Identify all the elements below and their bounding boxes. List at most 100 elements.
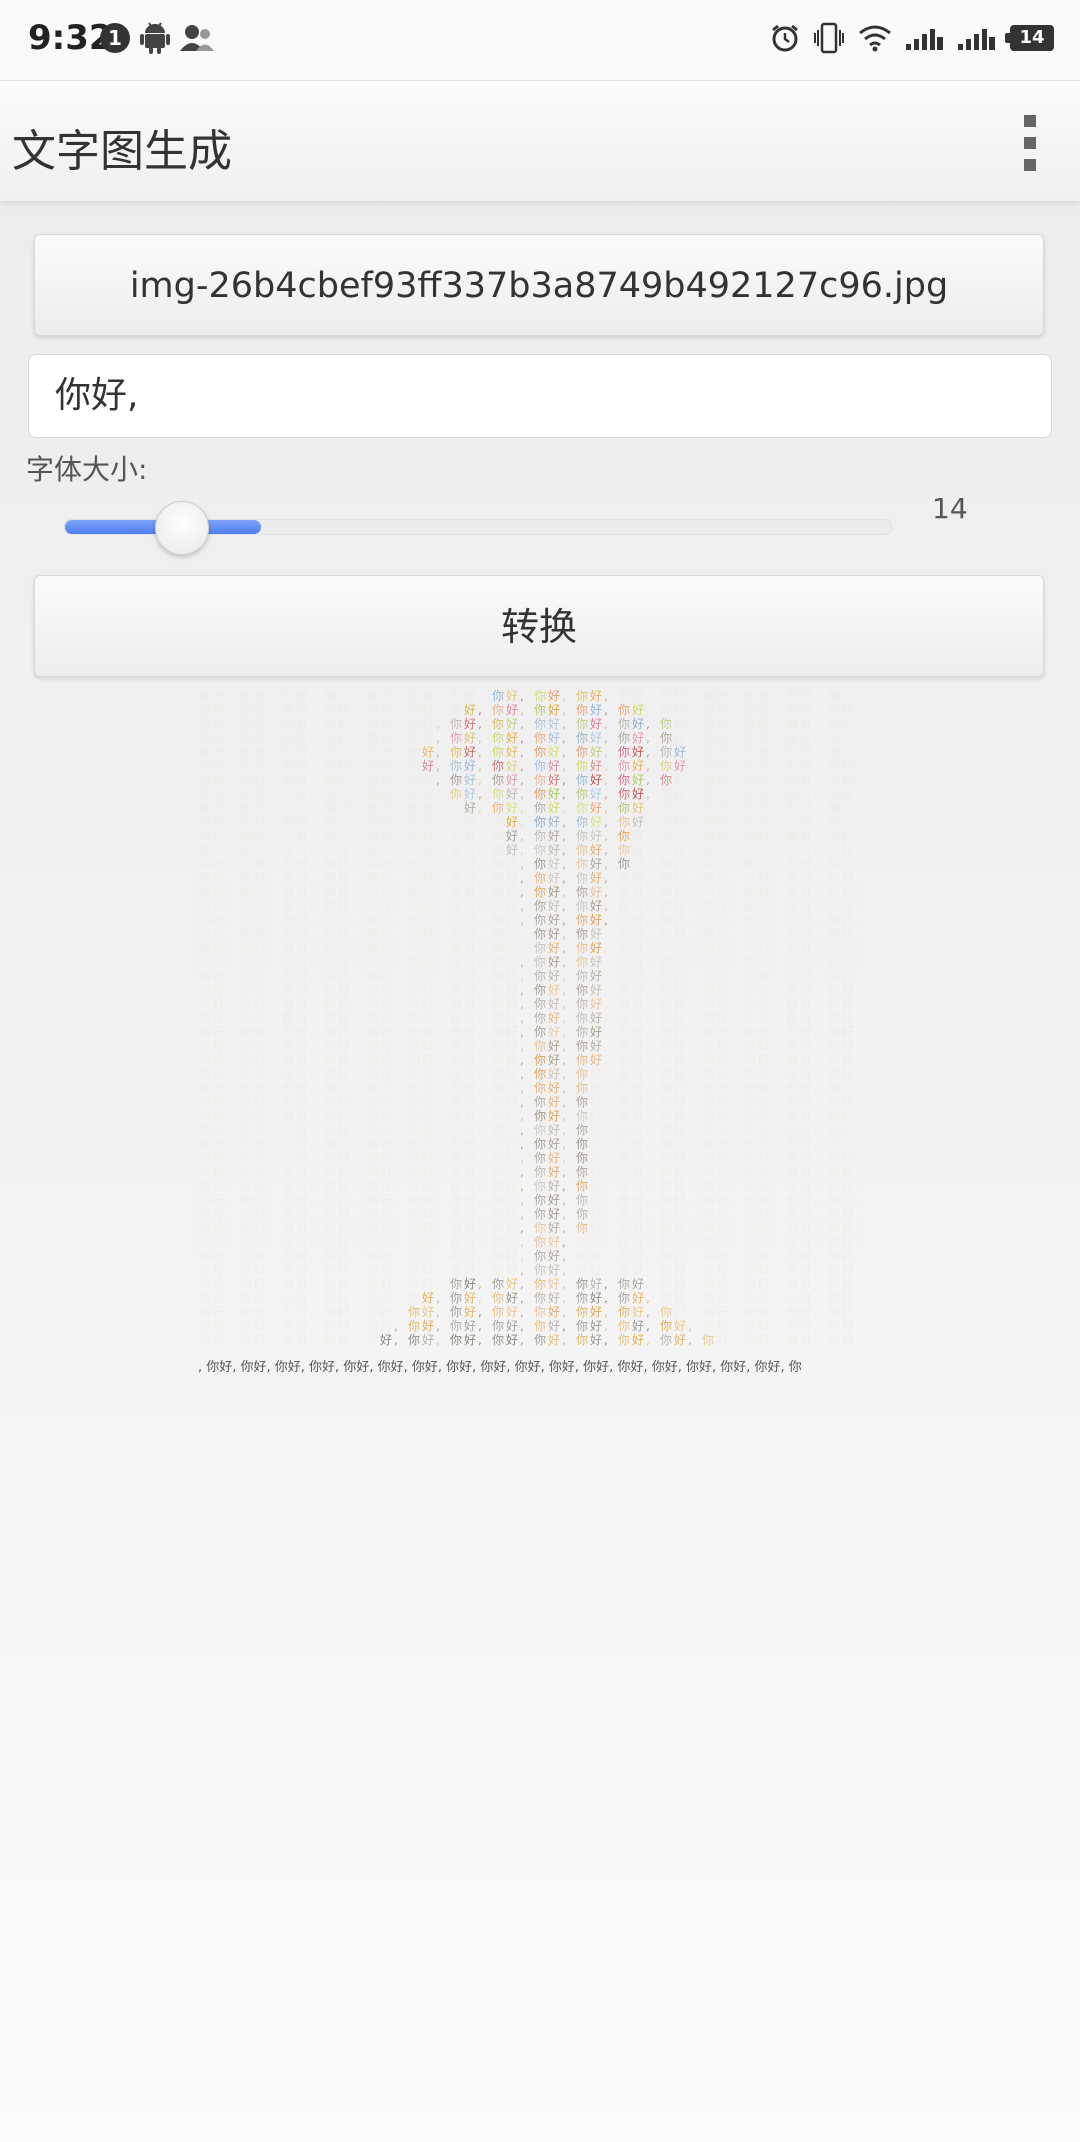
text-art-glyph: 好 (716, 1151, 728, 1165)
text-art-glyph: 好 (380, 1011, 392, 1025)
text-art-glyph: 好 (632, 1333, 644, 1347)
text-art-glyph: 你 (324, 1151, 336, 1165)
text-art-glyph: , (814, 899, 818, 913)
text-art-glyph: 你 (366, 1179, 378, 1193)
text-art-glyph: 你 (660, 983, 672, 997)
text-art-glyph: 你 (450, 689, 462, 703)
text-art-glyph: , (352, 1039, 356, 1053)
text-art-glyph: 你 (534, 1067, 546, 1081)
text-art-glyph: 你 (576, 1319, 588, 1333)
text-art-glyph: , (394, 1025, 398, 1039)
choose-image-button[interactable]: img-26b4cbef93ff337b3a8749b492127c96.jpg (34, 234, 1044, 336)
text-art-glyph: 你 (828, 997, 840, 1011)
text-art-glyph: 你 (366, 885, 378, 899)
text-art-glyph: 好 (632, 1263, 644, 1277)
text-art-glyph: 好 (422, 759, 434, 773)
text-art-glyph: 你 (702, 1109, 714, 1123)
text-art-glyph: , (688, 1263, 692, 1277)
text-art-glyph: , (814, 689, 818, 703)
text-art-glyph: , (352, 955, 356, 969)
text-art-glyph: , (688, 1151, 692, 1165)
text-art-glyph: 你 (282, 843, 294, 857)
text-art-glyph: 好 (422, 941, 434, 955)
text-art-glyph: 你 (618, 1333, 630, 1347)
text-art-glyph: 你 (660, 689, 672, 703)
text-art-glyph: 你 (534, 1263, 546, 1277)
text-art-glyph: 好 (464, 969, 476, 983)
text-art-glyph: 你 (450, 871, 462, 885)
text-art-glyph: , (604, 1053, 608, 1067)
text-art-glyph: , (226, 1081, 230, 1095)
text-art-glyph: 好 (254, 1123, 266, 1137)
text-art-glyph: 好 (422, 983, 434, 997)
text-art-glyph: , (226, 1165, 230, 1179)
text-art-glyph: , (688, 1053, 692, 1067)
text-art-glyph: , (562, 1291, 566, 1305)
text-art-glyph: 你 (534, 1277, 546, 1291)
text-art-glyph: 好 (800, 1193, 812, 1207)
text-art-glyph: , (310, 717, 314, 731)
text-art-glyph: 好 (506, 899, 518, 913)
text-art-glyph: , (688, 1081, 692, 1095)
text-art-glyph: , (856, 717, 860, 731)
text-art-glyph: 好 (548, 1263, 560, 1277)
text-art-glyph: 你 (366, 1249, 378, 1263)
text-art-glyph: , (772, 703, 776, 717)
text-art-glyph: 你 (828, 969, 840, 983)
text-art-glyph: 好 (464, 1151, 476, 1165)
text-art-glyph: , (688, 801, 692, 815)
text-art-glyph: 好 (212, 745, 224, 759)
text-art-glyph: 好 (422, 801, 434, 815)
text-art-glyph: , (856, 969, 860, 983)
text-art-glyph: , (436, 1165, 440, 1179)
text-art-glyph: 你 (534, 1305, 546, 1319)
text-art-glyph: , (394, 969, 398, 983)
text-art-glyph: , (814, 1067, 818, 1081)
text-art-glyph: 好 (212, 1277, 224, 1291)
slider-thumb[interactable] (155, 501, 209, 555)
text-art-glyph: , (352, 899, 356, 913)
text-art-glyph: , (562, 1235, 566, 1249)
text-art-glyph: 你 (618, 829, 630, 843)
text-art-glyph: 好 (296, 1165, 308, 1179)
text-art-glyph: 你 (786, 815, 798, 829)
text-art-glyph: 好 (296, 885, 308, 899)
text-art-glyph: , (772, 1221, 776, 1235)
text-art-glyph: 你 (282, 829, 294, 843)
text-art-glyph: 你 (366, 1151, 378, 1165)
text-art-glyph: 好 (758, 1011, 770, 1025)
text-art-glyph: 你 (618, 731, 630, 745)
text-art-glyph: 你 (324, 787, 336, 801)
text-art-glyph: 好 (842, 1319, 854, 1333)
text-art-glyph: 好 (800, 871, 812, 885)
text-art-glyph: , (478, 1053, 482, 1067)
text-art-glyph: 你 (198, 1179, 210, 1193)
text-art-glyph: 好 (422, 1095, 434, 1109)
text-art-glyph: 好 (590, 801, 602, 815)
text-art-glyph: , (520, 1235, 524, 1249)
text-art-glyph: 你 (576, 801, 588, 815)
convert-button[interactable]: 转换 (34, 575, 1044, 677)
text-art-glyph: 好 (842, 787, 854, 801)
text-art-glyph: 你 (408, 1165, 420, 1179)
text-input[interactable]: 你好, (28, 354, 1052, 438)
text-art-glyph: 好 (800, 1123, 812, 1137)
text-art-glyph: 好 (548, 941, 560, 955)
text-art-glyph: , (520, 731, 524, 745)
text-art-glyph: 你 (198, 759, 210, 773)
text-art-glyph: 你 (534, 787, 546, 801)
text-art-glyph: 你 (408, 1305, 420, 1319)
text-art-glyph: 你 (828, 1235, 840, 1249)
text-art-glyph: 好 (842, 983, 854, 997)
text-art-glyph: , (814, 1193, 818, 1207)
text-art-glyph: 好 (674, 1305, 686, 1319)
overflow-menu-icon[interactable] (1020, 115, 1040, 171)
text-art-glyph: 你 (198, 1235, 210, 1249)
text-art-glyph: , (772, 843, 776, 857)
text-art-glyph: 好 (506, 1207, 518, 1221)
text-art-glyph: , (772, 885, 776, 899)
text-art-glyph: , (352, 1165, 356, 1179)
text-art-glyph: 你 (198, 801, 210, 815)
text-art-glyph: 好 (422, 1333, 434, 1347)
text-art-glyph: 好 (716, 1319, 728, 1333)
